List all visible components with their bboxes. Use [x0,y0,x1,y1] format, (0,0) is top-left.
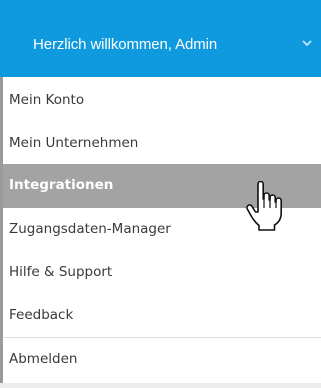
menu-item-mein-unternehmen[interactable]: Mein Unternehmen [3,122,321,166]
menu-item-feedback[interactable]: Feedback [3,294,321,338]
menu-item-label: Mein Unternehmen [9,135,139,151]
menu-item-zugangsdaten-manager[interactable]: Zugangsdaten-Manager [3,208,321,252]
welcome-title: Herzlich willkommen, Admin [33,36,218,53]
menu-item-mein-konto[interactable]: Mein Konto [3,79,321,123]
menu-item-label: Zugangsdaten-Manager [9,221,171,237]
menu-item-integrationen[interactable]: Integrationen [3,164,321,208]
menu-item-label: Integrationen [9,177,114,193]
menu-item-label: Mein Konto [9,92,85,108]
menu-item-label: Abmelden [9,351,78,367]
menu-item-label: Hilfe & Support [9,264,113,280]
menu-bottom-border [0,383,321,388]
user-dropdown-menu: Herzlich willkommen, Admin Mein Konto Me… [0,0,321,388]
chevron-down-icon[interactable] [300,37,314,49]
menu-item-label: Feedback [9,307,74,323]
menu-item-abmelden[interactable]: Abmelden [3,338,321,382]
user-menu-header[interactable]: Herzlich willkommen, Admin [0,0,321,77]
menu-item-hilfe-support[interactable]: Hilfe & Support [3,251,321,295]
